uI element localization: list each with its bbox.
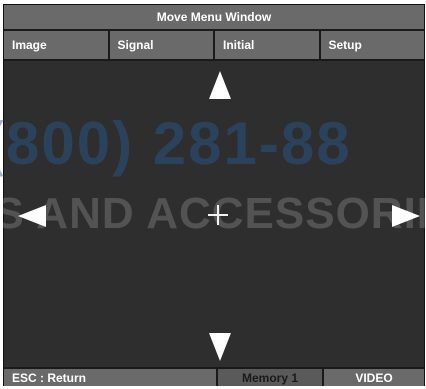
- source-indicator: VIDEO: [322, 369, 424, 386]
- tab-image[interactable]: Image: [4, 31, 110, 59]
- watermark-phone: (800) 281-88: [0, 110, 352, 177]
- esc-return-button[interactable]: ESC : Return: [4, 369, 216, 386]
- crosshair-icon[interactable]: [208, 205, 228, 225]
- move-area: (800) 281-88 PS AND ACCESSORIE: [0, 61, 426, 367]
- down-arrow-icon[interactable]: [209, 333, 231, 361]
- window-title: Move Menu Window: [4, 5, 424, 31]
- memory-indicator: Memory 1: [216, 369, 322, 386]
- tab-setup[interactable]: Setup: [321, 31, 425, 59]
- tab-signal[interactable]: Signal: [110, 31, 215, 59]
- right-arrow-icon[interactable]: [392, 205, 420, 227]
- status-bar: ESC : Return Memory 1 VIDEO: [4, 367, 424, 386]
- move-menu-window: Move Menu Window Image Signal Initial Se…: [0, 4, 426, 386]
- up-arrow-icon[interactable]: [209, 71, 231, 99]
- left-arrow-icon[interactable]: [18, 205, 46, 227]
- menu-tabs: Image Signal Initial Setup: [4, 31, 424, 61]
- tab-initial[interactable]: Initial: [215, 31, 321, 59]
